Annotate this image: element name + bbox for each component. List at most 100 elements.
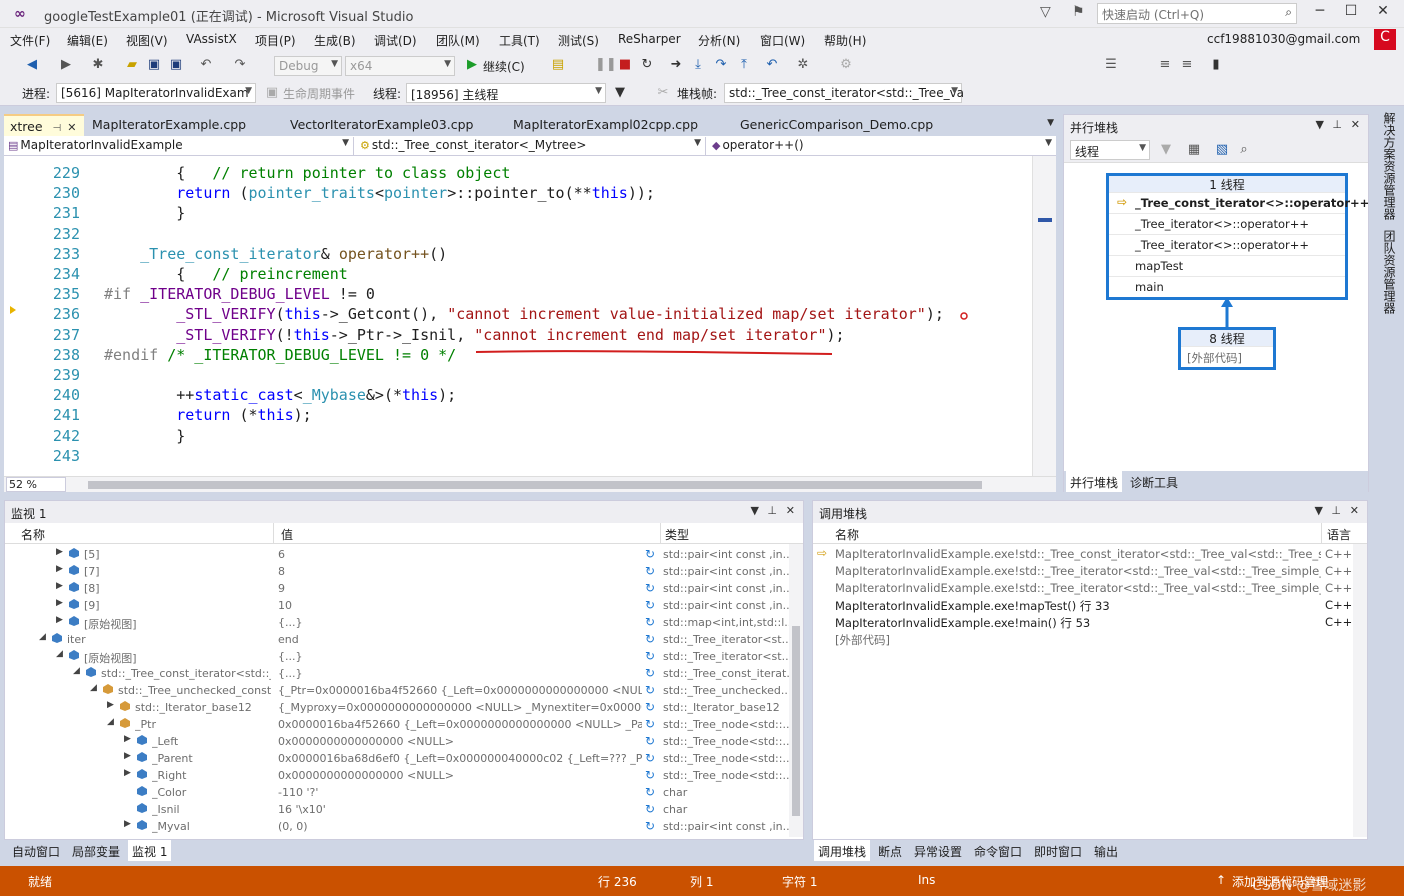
watch-value[interactable]: 10	[278, 599, 642, 612]
refresh-icon[interactable]: ↻	[645, 717, 655, 731]
scope-select[interactable]: ⚙ std::_Tree_const_iterator<_Mytree> ▼	[356, 137, 706, 155]
zoom-select[interactable]: 52 %	[6, 477, 66, 492]
dropdown-icon[interactable]: ▼	[1315, 504, 1323, 517]
refresh-icon[interactable]: ↻	[645, 819, 655, 833]
thread-select[interactable]: [18956] 主线程 ▼	[406, 83, 606, 103]
code-line[interactable]: 231 }	[4, 204, 1028, 224]
refresh-icon[interactable]: ↻	[645, 768, 655, 782]
scroll-thumb[interactable]	[792, 626, 800, 816]
stack-frame[interactable]: [外部代码]	[1181, 346, 1273, 367]
watch-row[interactable]: ◢ _Ptr 0x0000016ba4f52660 {_Left=0x0000000…	[5, 716, 791, 733]
close-button[interactable]: ✕	[1368, 3, 1398, 23]
dropdown-icon[interactable]: ▼	[751, 504, 759, 517]
watch-value[interactable]: 0x0000000000000000 <NULL>	[278, 769, 642, 782]
refresh-icon[interactable]: ↻	[645, 751, 655, 765]
lifecycle-events-icon[interactable]: ▣	[264, 85, 280, 101]
expand-icon[interactable]: ▶	[56, 615, 63, 625]
stackframe-select[interactable]: std::_Tree_const_iterator<std::_Tree_va ▼	[724, 83, 964, 103]
view-select[interactable]: 线程 ▼	[1070, 140, 1150, 160]
code-editor[interactable]: 229 { // return pointer to class object 2…	[4, 156, 1056, 476]
code-line[interactable]: 229 { // return pointer to class object	[4, 164, 1028, 184]
menu-edit[interactable]: 编辑(E)	[67, 32, 108, 49]
watch-row[interactable]: ◢ std::_Tree_const_iterator<std::_Tre... {…	[5, 665, 791, 682]
step-over-icon[interactable]: ↷	[713, 57, 729, 73]
quick-launch-input[interactable]: 快速启动 (Ctrl+Q) ⌕	[1097, 3, 1297, 24]
menu-project[interactable]: 项目(P)	[255, 32, 296, 49]
watch-value[interactable]: end	[278, 633, 642, 646]
back-icon[interactable]: ◀	[24, 57, 40, 73]
close-icon[interactable]: ✕	[1351, 118, 1360, 131]
watch-row[interactable]: ▶ [7] 8 ↻ std::pair<int const ,in...	[5, 563, 791, 580]
watch-row[interactable]: ▶ _Left 0x0000000000000000 <NULL> ↻ std::_Tr…	[5, 733, 791, 750]
break-all-icon[interactable]: ❚❚	[595, 57, 617, 73]
lifecycle-events-button[interactable]: 生命周期事件	[283, 85, 355, 102]
project-select[interactable]: ▤ MapIteratorInvalidExample ▼	[4, 137, 354, 155]
publish-icon[interactable]: ↑	[1216, 873, 1226, 887]
continue-button[interactable]: 继续(C)	[483, 58, 525, 75]
zoom-icon[interactable]: ⌕	[1236, 142, 1252, 158]
watch-row[interactable]: ▶ [原始视图] {...} ↻ std::map<int,int,std::l...	[5, 614, 791, 631]
menu-test[interactable]: 测试(S)	[558, 32, 599, 49]
code-line[interactable]: 236 _STL_VERIFY(this->_Getcont(), "canno…	[4, 305, 1028, 325]
expand-icon[interactable]: ▶	[124, 751, 131, 761]
save-icon[interactable]: ▣	[146, 57, 162, 73]
watch-value[interactable]: {_Myproxy=0x0000000000000000 <NULL> _Myn…	[278, 701, 642, 714]
expand-icon[interactable]: ▶	[56, 581, 63, 591]
menu-team[interactable]: 团队(M)	[436, 32, 480, 49]
refresh-icon[interactable]: ↻	[645, 598, 655, 612]
toggle-method-view-icon[interactable]: ▦	[1186, 142, 1202, 158]
configuration-select[interactable]: Debug ▼	[274, 56, 342, 76]
filter-icon[interactable]: ▼	[1158, 142, 1174, 158]
tab-locals[interactable]: 局部变量	[68, 840, 124, 861]
continue-icon[interactable]: ▶	[464, 57, 480, 73]
watch-value[interactable]: (0, 0)	[278, 820, 642, 833]
refresh-icon[interactable]: ↻	[645, 632, 655, 646]
tab-solution-explorer[interactable]: 解决方案资源管理器	[1378, 112, 1398, 220]
menu-tools[interactable]: 工具(T)	[499, 32, 540, 49]
watch-value[interactable]: 0x0000016ba4f52660 {_Left=0x000000000000…	[278, 718, 642, 731]
refresh-icon[interactable]: ↻	[645, 734, 655, 748]
parallel-stacks-canvas[interactable]: 1 线程 ⇨ _Tree_const_iterator<>::operator++…	[1064, 163, 1369, 471]
menu-analyze[interactable]: 分析(N)	[698, 32, 740, 49]
call-stack-row[interactable]: MapIteratorInvalidExample.exe!main() 行 5…	[813, 614, 1353, 631]
watch-value[interactable]: 9	[278, 582, 642, 595]
tab-immediate-window[interactable]: 即时窗口	[1030, 840, 1086, 861]
watch-row[interactable]: ▶ [9] 10 ↻ std::pair<int const ,in...	[5, 597, 791, 614]
hex-display-icon[interactable]: ✲	[795, 57, 811, 73]
column-type[interactable]: 类型	[665, 526, 689, 543]
refresh-icon[interactable]: ↻	[645, 802, 655, 816]
expand-icon[interactable]: ▶	[56, 547, 63, 557]
expand-icon[interactable]: ▶	[107, 700, 114, 710]
tab-overflow-icon[interactable]: ▼	[1047, 118, 1054, 128]
code-line[interactable]: 240 ++static_cast<_Mybase&>(*this);	[4, 386, 1028, 406]
call-stack-row[interactable]: MapIteratorInvalidExample.exe!std::_Tree…	[813, 580, 1353, 597]
tab-autos[interactable]: 自动窗口	[8, 840, 64, 861]
pin-icon[interactable]: ⊥	[767, 504, 777, 517]
watch-row[interactable]: ▶ _Right 0x0000000000000000 <NULL> ↻ std::_T…	[5, 767, 791, 784]
tab-command-window[interactable]: 命令窗口	[970, 840, 1026, 861]
step-into-icon[interactable]: ⤓	[690, 57, 706, 73]
expand-icon[interactable]: ▶	[56, 564, 63, 574]
filter-icon[interactable]: ▼	[612, 85, 628, 101]
scroll-position-marker[interactable]	[1038, 218, 1052, 222]
refresh-icon[interactable]: ↻	[645, 649, 655, 663]
tab-output[interactable]: 输出	[1090, 840, 1122, 861]
watch-value[interactable]: -110 '?'	[278, 786, 642, 799]
tab-genericcomparison-demo[interactable]: GenericComparison_Demo.cpp	[734, 114, 939, 136]
call-stack-row[interactable]: MapIteratorInvalidExample.exe!mapTest() …	[813, 597, 1353, 614]
forward-icon[interactable]: ▶	[58, 57, 74, 73]
tab-team-explorer[interactable]: 团队资源管理器	[1378, 230, 1398, 314]
maximize-button[interactable]: ☐	[1336, 3, 1366, 23]
tab-parallel-stacks[interactable]: 并行堆栈	[1066, 471, 1123, 492]
code-line[interactable]: 232	[4, 225, 1028, 245]
tab-watch-1[interactable]: 监视 1	[128, 840, 172, 861]
code-line[interactable]: 230 return (pointer_traits<pointer>::poi…	[4, 184, 1028, 204]
code-horizontal-scrollbar[interactable]	[88, 481, 982, 489]
code-line[interactable]: 241 return (*this);	[4, 406, 1028, 426]
undo-icon[interactable]: ↶	[198, 57, 214, 73]
tab-vectoriteratorexample03[interactable]: VectorIteratorExample03.cpp	[284, 114, 479, 136]
watch-row[interactable]: ▶ _Parent 0x0000016ba68d6ef0 {_Left=0x0000…	[5, 750, 791, 767]
code-line[interactable]: 235 #if _ITERATOR_DEBUG_LEVEL != 0	[4, 285, 1028, 305]
watch-value[interactable]: 6	[278, 548, 642, 561]
code-line[interactable]: 243	[4, 447, 1028, 467]
